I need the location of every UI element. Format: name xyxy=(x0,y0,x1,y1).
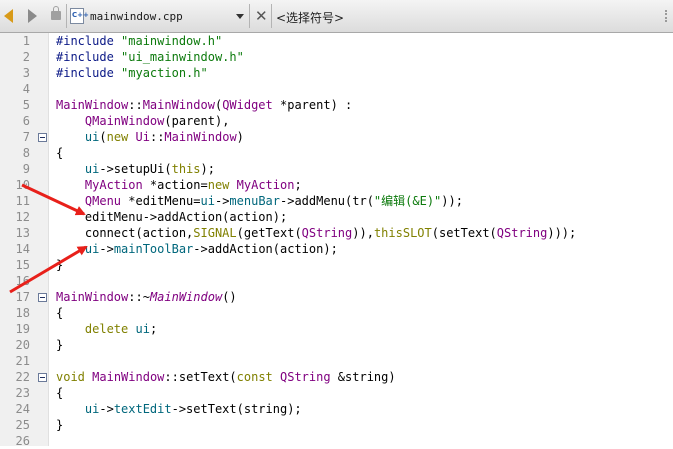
fold-collapse-icon[interactable] xyxy=(38,133,47,142)
line-number: 17 xyxy=(15,290,30,304)
line-number: 12 xyxy=(15,210,30,224)
code-line-7: ui(new Ui::MainWindow) xyxy=(84,130,244,144)
line-number: 9 xyxy=(22,162,30,176)
line-number: 21 xyxy=(15,354,30,368)
line-number: 3 xyxy=(22,66,30,80)
cpp-file-icon: C++ xyxy=(70,8,89,24)
line-number: 24 xyxy=(15,402,30,416)
line-number: 1 xyxy=(22,34,30,48)
line-number: 25 xyxy=(15,418,30,432)
code-line-20: } xyxy=(56,338,64,352)
file-dropdown-chevron-icon[interactable] xyxy=(236,14,244,19)
line-number: 18 xyxy=(15,306,30,320)
line-number: 11 xyxy=(15,194,30,208)
back-arrow-icon[interactable] xyxy=(4,9,13,23)
line-number-gutter: 1 2 3 4 5 6 7 8 9 10 11 12 13 14 15 16 1… xyxy=(0,33,49,448)
line-number: 7 xyxy=(22,130,30,144)
code-line-1: #include "mainwindow.h" xyxy=(56,34,223,48)
line-number: 26 xyxy=(15,434,30,448)
close-document-icon[interactable]: ✕ xyxy=(255,7,268,25)
code-line-24: ui->textEdit->setText(string); xyxy=(84,402,302,416)
code-line-13: connect(action,SIGNAL(getText(QString)),… xyxy=(56,226,577,240)
line-number: 19 xyxy=(15,322,30,336)
code-line-8: { xyxy=(56,146,64,160)
code-line-5: MainWindow::MainWindow(QWidget *parent) … xyxy=(56,98,353,112)
toolbar-grip-icon[interactable] xyxy=(655,10,667,22)
line-number: 23 xyxy=(15,386,30,400)
code-line-9: ui->setupUi(this); xyxy=(84,162,215,176)
symbol-selector[interactable]: <选择符号> xyxy=(276,9,344,26)
code-line-10: MyAction *action=new MyAction; xyxy=(84,178,302,192)
code-line-6: QMainWindow(parent), xyxy=(84,114,230,128)
file-icon-label: C++ xyxy=(72,11,89,19)
toolbar-divider xyxy=(271,4,272,28)
code-line-12: editMenu->addAction(action); xyxy=(56,210,288,224)
code-line-22: void MainWindow::setText(const QString &… xyxy=(56,370,396,384)
code-line-19: delete ui; xyxy=(84,322,158,336)
file-selector[interactable]: mainwindow.cpp xyxy=(90,10,183,23)
line-number: 22 xyxy=(15,370,30,384)
toolbar-divider xyxy=(66,4,67,28)
code-line-18: { xyxy=(56,306,64,320)
code-line-23: { xyxy=(56,386,64,400)
code-line-17: MainWindow::~MainWindow() xyxy=(56,290,237,304)
code-line-15: } xyxy=(56,258,64,272)
line-number: 10 xyxy=(15,178,30,192)
line-number: 16 xyxy=(15,274,30,288)
line-number: 8 xyxy=(22,146,30,160)
code-line-11: QMenu *editMenu=ui->menuBar->addMenu(tr(… xyxy=(84,194,463,208)
line-number: 20 xyxy=(15,338,30,352)
line-number: 14 xyxy=(15,242,30,256)
line-number: 6 xyxy=(22,114,30,128)
fold-collapse-icon[interactable] xyxy=(38,373,47,382)
line-number: 2 xyxy=(22,50,30,64)
line-number: 15 xyxy=(15,258,30,272)
line-number: 4 xyxy=(22,82,30,96)
fold-collapse-icon[interactable] xyxy=(38,293,47,302)
code-line-14: ui->mainToolBar->addAction(action); xyxy=(84,242,338,256)
toolbar-divider xyxy=(249,4,250,28)
line-number: 13 xyxy=(15,226,30,240)
forward-arrow-icon[interactable] xyxy=(28,9,37,23)
code-line-3: #include "myaction.h" xyxy=(56,66,208,80)
code-line-2: #include "ui_mainwindow.h" xyxy=(56,50,244,64)
editor-toolbar: C++ mainwindow.cpp ✕ <选择符号> xyxy=(0,0,673,33)
code-line-25: } xyxy=(56,418,64,432)
line-number: 5 xyxy=(22,98,30,112)
lock-icon[interactable] xyxy=(51,6,61,20)
